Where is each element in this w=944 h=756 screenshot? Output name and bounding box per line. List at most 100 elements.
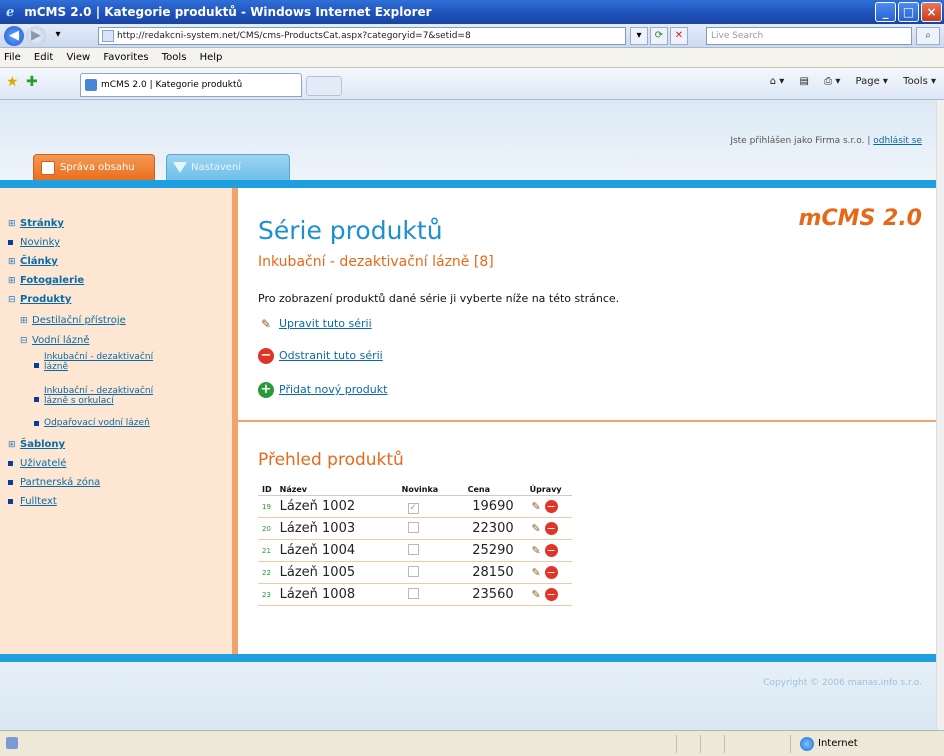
sidebar-item-fotogalerie[interactable]: Fotogalerie — [20, 275, 84, 287]
sidebar-item-sablony[interactable]: Šablony — [20, 439, 65, 451]
browser-tab-label: mCMS 2.0 | Kategorie produktů — [101, 80, 243, 90]
minimize-button[interactable]: _ — [875, 2, 896, 22]
browser-window: ℯ mCMS 2.0 | Kategorie produktů - Window… — [0, 0, 944, 756]
edit-series-link[interactable]: ✎ Upravit tuto sérii — [258, 316, 372, 332]
address-dropdown-icon[interactable]: ▾ — [630, 27, 648, 45]
page-icon — [102, 30, 114, 42]
login-info: Jste přihlášen jako Firma s.r.o. | odhlá… — [730, 136, 922, 146]
favorites-star-icon[interactable]: ★ — [6, 74, 19, 90]
add-product-link[interactable]: + Přidat nový produkt — [258, 382, 387, 398]
address-bar[interactable]: http://redakcni-system.net/CMS/cms-Produ… — [98, 27, 626, 45]
column-header-name: Název — [275, 484, 398, 496]
sidebar-item-stranky[interactable]: Stránky — [20, 218, 64, 230]
sidebar-item-fulltext[interactable]: Fulltext — [20, 496, 57, 508]
menu-tools[interactable]: Tools — [162, 52, 187, 63]
menu-view[interactable]: View — [66, 52, 90, 63]
row-id: 19 — [258, 495, 276, 518]
row-id: 22 — [258, 561, 276, 584]
zone-label: Internet — [818, 738, 858, 749]
sidebar-item-partnerska-zona[interactable]: Partnerská zóna — [20, 477, 100, 489]
maximize-button[interactable]: □ — [898, 2, 919, 22]
vertical-scrollbar[interactable] — [936, 100, 944, 730]
sidebar-item-vodni-lazne[interactable]: Vodní lázně — [32, 335, 89, 347]
row-name: Lázeň 1004 — [275, 539, 398, 562]
sidebar-item-produkty[interactable]: Produkty — [20, 294, 71, 306]
column-header-price: Cena — [463, 484, 526, 496]
menu-help[interactable]: Help — [200, 52, 223, 63]
sidebar-item-clanky[interactable]: Články — [20, 256, 58, 268]
sidebar-item-odparovaci[interactable]: Odpařovací vodní lázeň — [44, 417, 150, 429]
main-content: Série produktů mCMS 2.0 Inkubační - deza… — [238, 188, 936, 654]
delete-row-icon[interactable]: − — [544, 566, 558, 580]
header-divider — [0, 180, 936, 188]
row-price: 23560 — [463, 583, 526, 606]
row-name: Lázeň 1008 — [275, 583, 398, 606]
delete-row-icon[interactable]: − — [544, 522, 558, 536]
document-icon — [41, 161, 55, 175]
refresh-icon[interactable]: ⟳ — [650, 27, 668, 45]
command-buttons: ⌂ ▾ ▤ ⎙ ▾ Page ▾ Tools ▾ — [758, 76, 936, 87]
menu-file[interactable]: File — [4, 52, 21, 63]
table-row: 19 Lázeň 1002 ✓ 19690 ✎ − — [258, 495, 572, 518]
settings-icon — [173, 162, 187, 173]
novinka-checkbox — [407, 543, 419, 555]
row-name: Lázeň 1002 — [275, 495, 398, 518]
new-tab-button[interactable] — [306, 76, 342, 96]
row-id: 21 — [258, 539, 276, 562]
home-icon[interactable]: ⌂ ▾ — [770, 76, 785, 87]
tab-page-icon — [85, 79, 97, 91]
add-favorite-icon[interactable]: ✚ — [26, 74, 38, 90]
novinka-checkbox — [407, 521, 419, 533]
column-header-actions: Úpravy — [525, 484, 572, 496]
tools-menu-button[interactable]: Tools ▾ — [903, 76, 936, 87]
status-page-icon — [6, 737, 18, 749]
edit-row-icon[interactable]: ✎ — [530, 522, 543, 535]
back-button[interactable]: ◀ — [4, 26, 24, 46]
tab-settings[interactable]: Nastavení — [166, 154, 290, 180]
row-price: 22300 — [463, 517, 526, 540]
sidebar-item-uzivatele[interactable]: Uživatelé — [20, 458, 66, 470]
history-dropdown-icon[interactable]: ▾ — [50, 27, 66, 45]
sidebar: ⊞ Stránky Novinky ⊞ Články ⊞ Fotogalerie… — [0, 188, 232, 654]
feeds-icon[interactable]: ▤ — [800, 76, 809, 87]
sidebar-item-inkubacni-2[interactable]: Inkubační - dezaktivační lázně s orkulací — [44, 386, 153, 406]
browser-tab[interactable]: mCMS 2.0 | Kategorie produktů — [80, 73, 302, 97]
edit-row-icon[interactable]: ✎ — [530, 566, 543, 579]
page-viewport: Správa obsahu Nastavení Jste přihlášen j… — [0, 100, 936, 730]
delete-series-link[interactable]: − Odstranit tuto sérii — [258, 348, 383, 364]
address-url: http://redakcni-system.net/CMS/cms-Produ… — [117, 31, 471, 41]
table-row: 21 Lázeň 1004 25290 ✎ − — [258, 539, 572, 562]
menu-favorites[interactable]: Favorites — [103, 52, 148, 63]
search-icon[interactable]: ⌕ — [916, 27, 940, 45]
sidebar-item-novinky[interactable]: Novinky — [20, 237, 60, 249]
footer-divider — [0, 654, 936, 662]
add-icon: + — [258, 382, 274, 398]
tab-settings-label: Nastavení — [191, 162, 242, 173]
close-button[interactable]: × — [921, 2, 942, 22]
menu-edit[interactable]: Edit — [34, 52, 53, 63]
delete-row-icon[interactable]: − — [544, 544, 558, 558]
edit-row-icon[interactable]: ✎ — [530, 500, 543, 513]
edit-row-icon[interactable]: ✎ — [530, 544, 543, 557]
globe-icon — [800, 737, 814, 751]
page-menu-button[interactable]: Page ▾ — [856, 76, 888, 87]
forward-button[interactable]: ▶ — [26, 26, 46, 46]
delete-row-icon[interactable]: − — [544, 500, 558, 514]
stop-icon[interactable]: ✕ — [670, 27, 688, 45]
login-text: Jste přihlášen jako Firma s.r.o. | — [730, 136, 871, 146]
address-row: ◀ ▶ ▾ http://redakcni-system.net/CMS/cms… — [0, 24, 944, 48]
print-icon[interactable]: ⎙ ▾ — [824, 76, 840, 87]
ie-logo-icon: ℯ — [6, 4, 15, 20]
search-input[interactable]: Live Search — [706, 27, 912, 45]
sidebar-item-inkubacni-1[interactable]: Inkubační - dezaktivační lázně — [44, 352, 153, 372]
sidebar-item-destilacni[interactable]: Destilační přístroje — [32, 315, 126, 327]
edit-row-icon[interactable]: ✎ — [530, 588, 543, 601]
row-name: Lázeň 1005 — [275, 561, 398, 584]
delete-row-icon[interactable]: − — [544, 588, 558, 602]
copyright-text: Copyright © 2006 manas.info s.r.o. — [763, 678, 922, 688]
logout-link[interactable]: odhlásit se — [873, 136, 922, 146]
cms-logo: mCMS 2.0 — [798, 206, 922, 231]
tab-content-management[interactable]: Správa obsahu — [33, 154, 155, 180]
row-price: 19690 — [463, 495, 526, 518]
column-header-id: ID — [258, 484, 276, 496]
